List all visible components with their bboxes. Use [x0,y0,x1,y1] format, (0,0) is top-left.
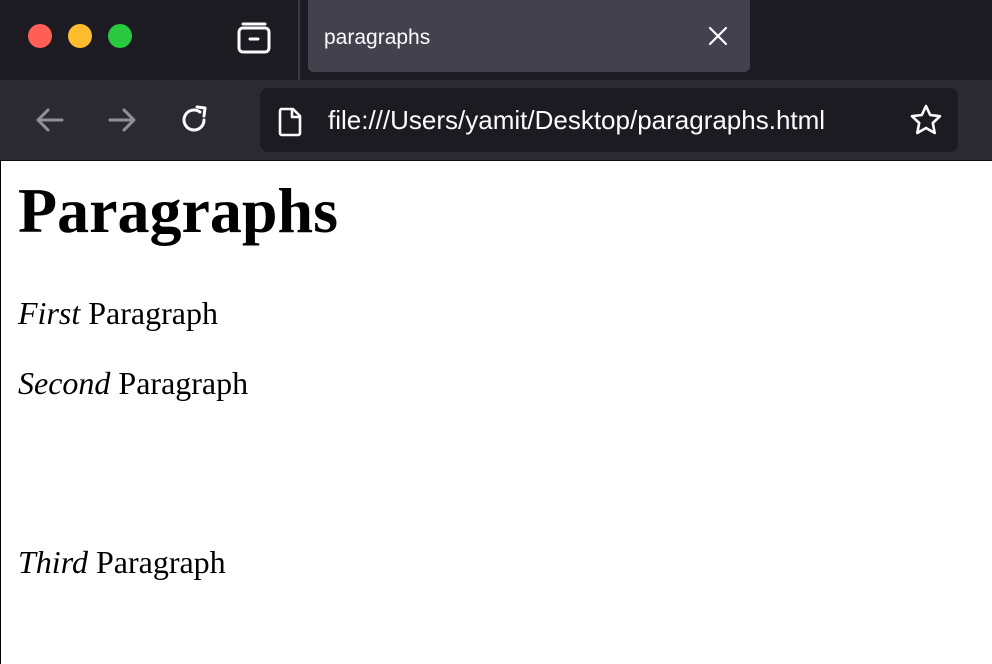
url-text[interactable]: file:///Users/yamit/Desktop/paragraphs.h… [328,104,825,136]
close-icon [708,26,728,46]
paragraph-first: First Paragraph [18,293,218,333]
back-button[interactable] [30,100,70,140]
paragraph-emphasis: Second [18,365,111,401]
tab-close-button[interactable] [702,20,734,52]
star-icon [910,104,942,135]
bookmark-button[interactable] [908,102,944,138]
tab-paragraphs[interactable]: paragraphs [308,0,750,72]
reload-icon [182,105,207,132]
address-bar[interactable]: file:///Users/yamit/Desktop/paragraphs.h… [260,88,958,152]
paragraph-text: Paragraph [110,365,249,401]
tab-title: paragraphs [324,26,431,49]
paragraph-text: Paragraph [87,544,226,580]
forward-button[interactable] [102,100,142,140]
browser-window: paragraphs file:///Users/yamit/Desktop/p… [0,0,992,664]
reload-button[interactable] [174,100,214,140]
paragraph-emphasis: First [18,295,81,331]
page-heading: Paragraphs [18,175,338,246]
back-arrow-icon [36,108,64,132]
forward-arrow-icon [108,108,136,132]
tab-list-icon [237,22,271,54]
tab-divider [298,0,300,80]
window-minimize-button[interactable] [68,24,92,48]
paragraph-second: Second Paragraph [18,363,248,403]
window-zoom-button[interactable] [108,24,132,48]
paragraph-emphasis: Third [18,544,88,580]
page-content: Paragraphs First Paragraph Second Paragr… [0,161,992,664]
tab-list-button[interactable] [234,18,274,58]
paragraph-third: Third Paragraph [18,542,226,582]
window-close-button[interactable] [28,24,52,48]
paragraph-text: Paragraph [80,295,218,331]
tab-strip: paragraphs [0,0,992,80]
navigation-toolbar: file:///Users/yamit/Desktop/paragraphs.h… [0,80,992,160]
page-icon [278,107,302,137]
